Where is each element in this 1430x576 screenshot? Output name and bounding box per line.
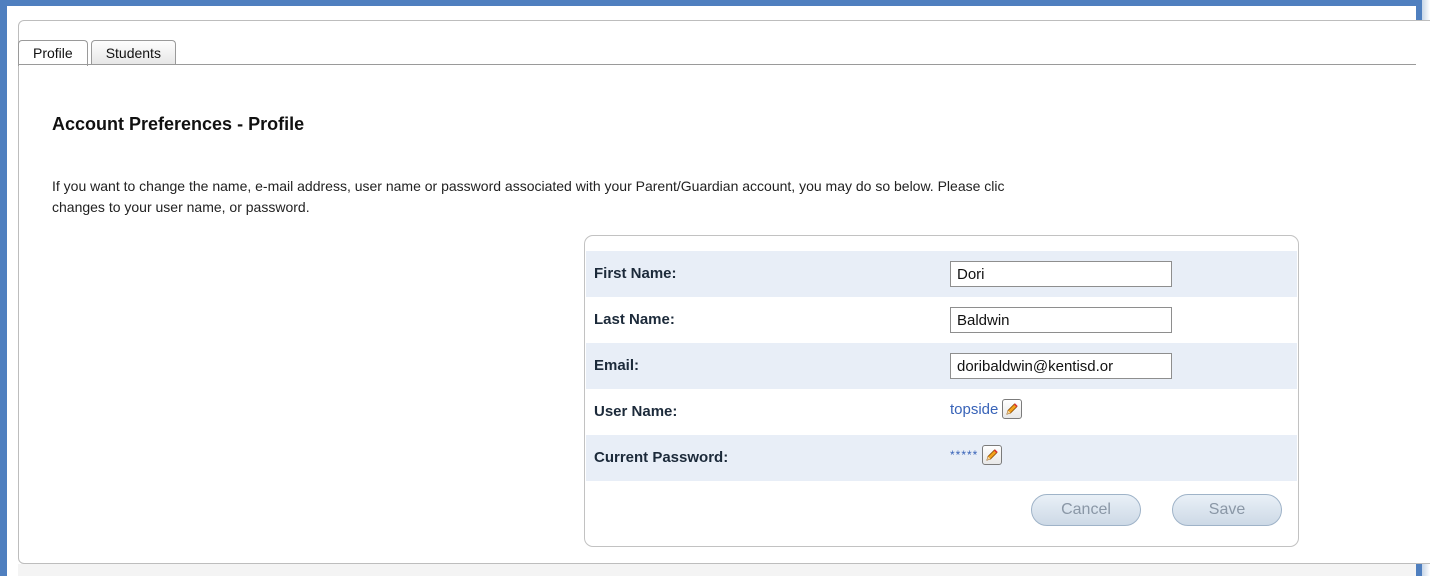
- user-name-value: topside: [950, 400, 999, 418]
- tab-bar: Profile Students: [18, 40, 176, 66]
- password-value: *****: [950, 448, 979, 462]
- edit-pencil-icon[interactable]: [982, 445, 1003, 465]
- password-row: Current Password: *****: [586, 435, 1297, 481]
- email-input[interactable]: [950, 353, 1172, 379]
- intro-line-2: changes to your user name, or password.: [52, 199, 310, 215]
- screenshot-frame-top: [0, 0, 1430, 6]
- tab-profile[interactable]: Profile: [18, 40, 88, 66]
- email-row: Email:: [586, 343, 1297, 389]
- page-title: Account Preferences - Profile: [52, 114, 305, 134]
- first-name-row: First Name:: [586, 251, 1297, 297]
- last-name-row: Last Name:: [586, 297, 1297, 343]
- password-label: Current Password:: [594, 449, 729, 466]
- user-name-label: User Name:: [594, 403, 678, 420]
- edit-pencil-icon[interactable]: [1002, 399, 1023, 419]
- password-link[interactable]: *****: [950, 445, 1003, 465]
- bottom-strip: [18, 564, 1416, 576]
- email-label: Email:: [594, 357, 640, 374]
- save-button[interactable]: Save: [1172, 494, 1282, 526]
- user-name-row: User Name: topside: [586, 389, 1297, 435]
- tab-students[interactable]: Students: [90, 40, 176, 65]
- intro-line-1: If you want to change the name, e-mail a…: [52, 178, 1005, 194]
- last-name-label: Last Name:: [594, 311, 675, 328]
- tab-divider: [18, 64, 1416, 65]
- screenshot-frame-left: [0, 0, 7, 576]
- first-name-label: First Name:: [594, 265, 677, 282]
- intro-text: If you want to change the name, e-mail a…: [52, 176, 1412, 216]
- first-name-input[interactable]: [950, 261, 1172, 287]
- last-name-input[interactable]: [950, 307, 1172, 333]
- cancel-button[interactable]: Cancel: [1031, 494, 1141, 526]
- user-name-link[interactable]: topside: [950, 399, 1023, 419]
